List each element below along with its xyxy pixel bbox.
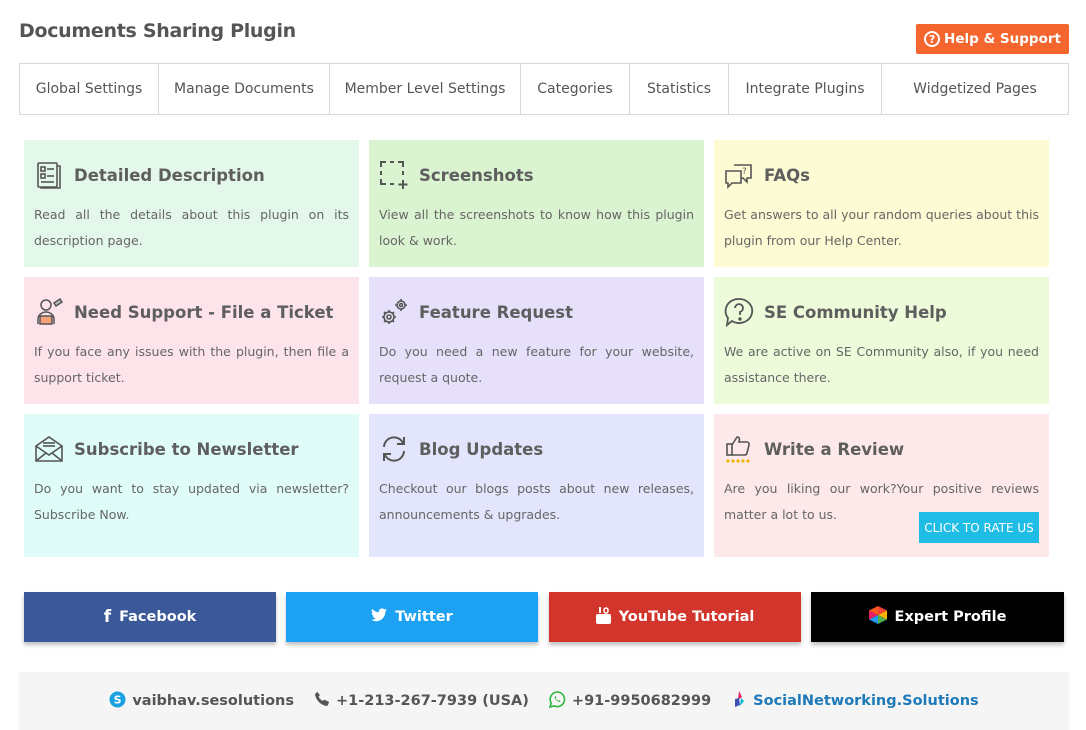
tab-widgetized-pages[interactable]: Widgetized Pages: [882, 64, 1068, 114]
skype-contact[interactable]: S vaibhav.sesolutions: [109, 691, 294, 712]
contact-footer: S vaibhav.sesolutions +1-213-267-7939 (U…: [19, 672, 1069, 730]
tab-manage-documents[interactable]: Manage Documents: [159, 64, 330, 114]
help-support-button[interactable]: ? Help & Support: [916, 24, 1069, 54]
tab-member-level-settings[interactable]: Member Level Settings: [330, 64, 521, 114]
card-title: Write a Review: [764, 439, 905, 459]
facebook-icon: f: [103, 607, 112, 627]
settings-tabs: Global Settings Manage Documents Member …: [19, 63, 1069, 115]
youtube-tutorial-button[interactable]: YouTube Tutorial: [549, 592, 801, 642]
whatsapp-contact[interactable]: +91-9950682999: [548, 690, 712, 712]
resource-cards-grid: Detailed Description Read all the detail…: [24, 140, 1049, 557]
question-bubble-icon: [724, 297, 754, 327]
card-subscribe-newsletter[interactable]: Subscribe to Newsletter Do you want to s…: [24, 414, 359, 557]
help-support-label: Help & Support: [944, 31, 1061, 47]
card-title: Detailed Description: [74, 165, 265, 185]
tab-global-settings[interactable]: Global Settings: [20, 64, 159, 114]
brand-logo-icon: [731, 690, 747, 712]
card-description: Do you want to stay updated via newslett…: [34, 481, 349, 522]
youtube-label: YouTube Tutorial: [618, 609, 755, 625]
tab-statistics[interactable]: Statistics: [630, 64, 729, 114]
question-circle-icon: ?: [924, 31, 941, 47]
youtube-icon: [595, 606, 611, 628]
phone-contact[interactable]: +1-213-267-7939 (USA): [314, 691, 529, 711]
chat-question-icon: ?: [724, 160, 754, 190]
envelope-icon: [34, 434, 64, 464]
card-se-community-help[interactable]: SE Community Help We are active on SE Co…: [714, 277, 1049, 404]
facebook-button[interactable]: f Facebook: [24, 592, 276, 642]
document-list-icon: [34, 160, 64, 190]
expert-profile-label: Expert Profile: [894, 609, 1007, 625]
tab-categories[interactable]: Categories: [521, 64, 630, 114]
svg-text:?: ?: [742, 167, 747, 177]
card-description: Get answers to all your random queries a…: [724, 207, 1039, 248]
expert-profile-button[interactable]: Expert Profile: [811, 592, 1064, 642]
card-description: Read all the details about this plugin o…: [34, 207, 349, 248]
website-label: SocialNetworking.Solutions: [753, 693, 979, 709]
skype-icon: S: [109, 691, 126, 712]
twitter-button[interactable]: Twitter: [286, 592, 538, 642]
phone-icon: [314, 691, 330, 711]
card-write-review[interactable]: Write a Review Are you liking our work?Y…: [714, 414, 1049, 557]
card-title: Feature Request: [419, 302, 573, 322]
card-blog-updates[interactable]: Blog Updates Checkout our blogs posts ab…: [369, 414, 704, 557]
card-title: Blog Updates: [419, 439, 544, 459]
card-title: SE Community Help: [764, 302, 947, 322]
card-title: Screenshots: [419, 165, 534, 185]
card-need-support[interactable]: Need Support - File a Ticket If you face…: [24, 277, 359, 404]
twitter-label: Twitter: [395, 609, 453, 625]
card-description: View all the screenshots to know how thi…: [379, 207, 694, 248]
twitter-icon: [371, 608, 388, 626]
gears-icon: [379, 297, 409, 327]
refresh-icon: [379, 434, 409, 464]
card-description: Checkout our blogs posts about new relea…: [379, 481, 694, 522]
whatsapp-icon: [548, 690, 566, 712]
expert-logo-icon: [868, 606, 887, 628]
card-description: If you face any issues with the plugin, …: [34, 344, 349, 385]
card-feature-request[interactable]: Feature Request Do you need a new featur…: [369, 277, 704, 404]
tab-integrate-plugins[interactable]: Integrate Plugins: [729, 64, 882, 114]
card-description: Do you need a new feature for your websi…: [379, 344, 694, 385]
card-title: Subscribe to Newsletter: [74, 439, 299, 459]
card-title: Need Support - File a Ticket: [74, 302, 334, 322]
card-detailed-description[interactable]: Detailed Description Read all the detail…: [24, 140, 359, 267]
thumbs-up-stars-icon: [724, 434, 754, 464]
screenshot-crop-icon: [379, 160, 409, 190]
facebook-label: Facebook: [119, 609, 197, 625]
page-title: Documents Sharing Plugin: [19, 20, 296, 42]
support-agent-icon: [34, 297, 64, 327]
card-screenshots[interactable]: Screenshots View all the screenshots to …: [369, 140, 704, 267]
svg-text:S: S: [114, 693, 122, 706]
phone-number: +1-213-267-7939 (USA): [335, 693, 529, 709]
skype-handle: vaibhav.sesolutions: [132, 693, 294, 709]
card-title: FAQs: [764, 165, 810, 185]
card-description: We are active on SE Community also, if y…: [724, 344, 1039, 385]
rate-us-button[interactable]: CLICK TO RATE US: [919, 512, 1039, 543]
website-link[interactable]: SocialNetworking.Solutions: [731, 690, 979, 712]
whatsapp-number: +91-9950682999: [571, 693, 712, 709]
card-faqs[interactable]: ? FAQs Get answers to all your random qu…: [714, 140, 1049, 267]
